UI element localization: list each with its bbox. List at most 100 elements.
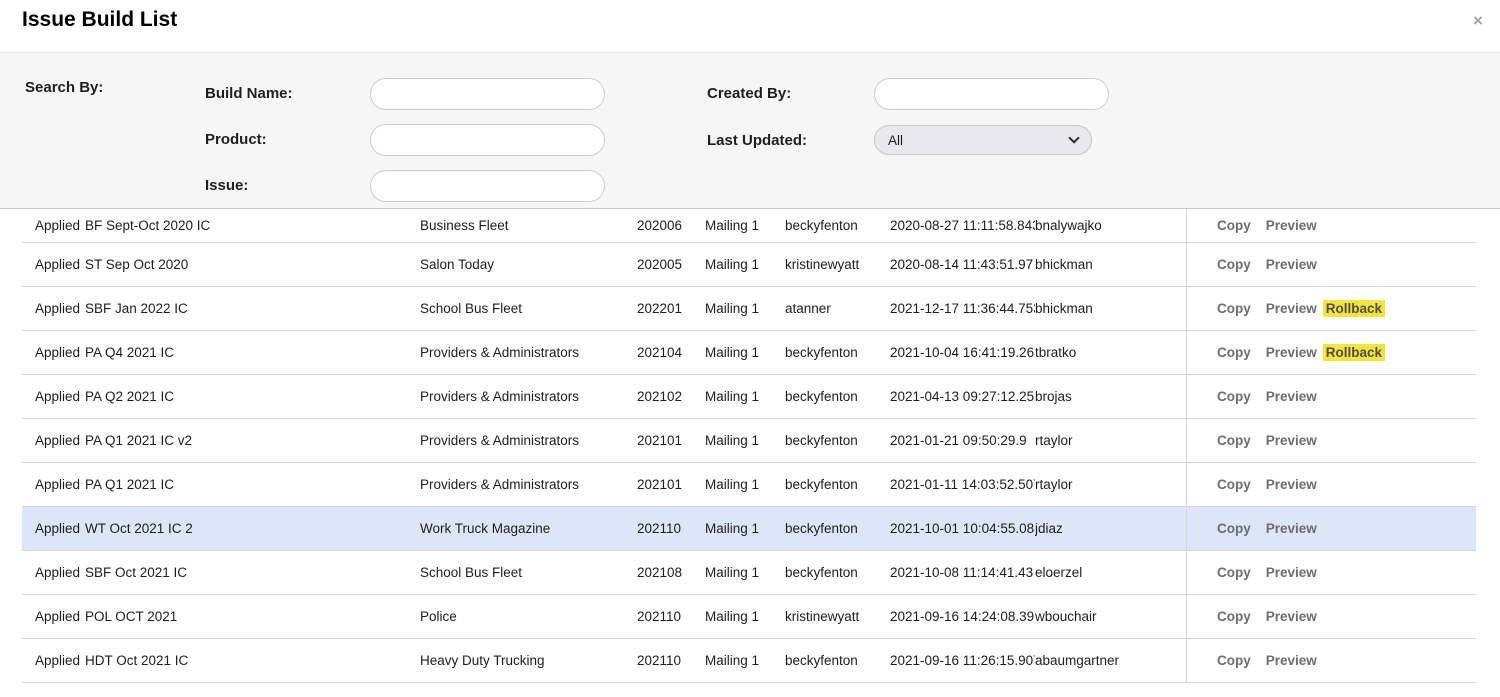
search-by-label: Search By: xyxy=(25,79,103,96)
product-cell: Heavy Duty Trucking xyxy=(420,653,637,668)
build-name-cell: PA Q1 2021 IC v2 xyxy=(85,433,420,448)
copy-link[interactable]: Copy xyxy=(1217,653,1251,668)
status-cell: Applied xyxy=(22,433,85,448)
created-by-cell: beckyfenton xyxy=(785,653,890,668)
product-cell: Business Fleet xyxy=(420,218,637,233)
table-row[interactable]: Applied WT Oct 2021 IC 2 Work Truck Maga… xyxy=(22,507,1476,551)
preview-link[interactable]: Preview xyxy=(1266,565,1317,580)
preview-link[interactable]: Preview xyxy=(1266,301,1317,316)
preview-link[interactable]: Preview xyxy=(1266,389,1317,404)
copy-link[interactable]: Copy xyxy=(1217,565,1251,580)
mailing-cell: Mailing 1 xyxy=(705,433,785,448)
modal-header: Issue Build List × xyxy=(0,0,1500,53)
copy-link[interactable]: Copy xyxy=(1217,345,1251,360)
preview-link[interactable]: Preview xyxy=(1266,345,1317,360)
last-updated-select[interactable]: All xyxy=(874,125,1092,155)
table-row[interactable]: Applied BF Sept-Oct 2020 IC Business Fle… xyxy=(22,209,1476,243)
mailing-cell: Mailing 1 xyxy=(705,218,785,233)
updated-at-cell: 2021-09-16 14:24:08.397 xyxy=(890,609,1035,624)
issue-input[interactable] xyxy=(370,170,605,202)
close-icon[interactable]: × xyxy=(1465,8,1491,34)
product-label: Product: xyxy=(205,131,267,148)
created-by-cell: atanner xyxy=(785,301,890,316)
updated-by-cell: bnalywajko xyxy=(1035,218,1186,233)
created-by-input[interactable] xyxy=(874,78,1109,110)
updated-at-cell: 2020-08-14 11:43:51.97 xyxy=(890,257,1035,272)
table-row[interactable]: Applied PA Q1 2021 IC Providers & Admini… xyxy=(22,463,1476,507)
updated-by-cell: rtaylor xyxy=(1035,477,1186,492)
updated-at-cell: 2021-01-11 14:03:52.507 xyxy=(890,477,1035,492)
preview-link[interactable]: Preview xyxy=(1266,218,1317,233)
table-row[interactable]: Applied PA Q1 2021 IC v2 Providers & Adm… xyxy=(22,419,1476,463)
build-name-input[interactable] xyxy=(370,78,605,110)
copy-link[interactable]: Copy xyxy=(1217,433,1251,448)
copy-link[interactable]: Copy xyxy=(1217,257,1251,272)
created-by-cell: beckyfenton xyxy=(785,477,890,492)
mailing-cell: Mailing 1 xyxy=(705,653,785,668)
updated-at-cell: 2021-10-08 11:14:41.43 xyxy=(890,565,1035,580)
actions-cell: Copy Preview xyxy=(1186,463,1476,506)
rollback-link[interactable]: Rollback xyxy=(1323,344,1385,361)
preview-link[interactable]: Preview xyxy=(1266,257,1317,272)
preview-link[interactable]: Preview xyxy=(1266,609,1317,624)
search-panel: Search By: Build Name: Product: Issue: C… xyxy=(0,53,1500,209)
updated-at-cell: 2021-10-04 16:41:19.263 xyxy=(890,345,1035,360)
copy-link[interactable]: Copy xyxy=(1217,477,1251,492)
table-row[interactable]: Applied POL OCT 2021 Police 202110 Maili… xyxy=(22,595,1476,639)
issue-cell: 202102 xyxy=(637,389,705,404)
table-row[interactable]: Applied HDT Oct 2021 IC Heavy Duty Truck… xyxy=(22,639,1476,683)
build-name-cell: ST Sep Oct 2020 xyxy=(85,257,420,272)
status-cell: Applied xyxy=(22,257,85,272)
build-name-cell: WT Oct 2021 IC 2 xyxy=(85,521,420,536)
page-title: Issue Build List xyxy=(22,8,177,32)
build-name-cell: SBF Oct 2021 IC xyxy=(85,565,420,580)
copy-link[interactable]: Copy xyxy=(1217,389,1251,404)
status-cell: Applied xyxy=(22,301,85,316)
table-row[interactable]: Applied ST Sep Oct 2020 Salon Today 2020… xyxy=(22,243,1476,287)
preview-link[interactable]: Preview xyxy=(1266,521,1317,536)
actions-cell: Copy Preview xyxy=(1186,375,1476,418)
rollback-link[interactable]: Rollback xyxy=(1323,300,1385,317)
build-name-cell: BF Sept-Oct 2020 IC xyxy=(85,218,420,233)
issue-cell: 202110 xyxy=(637,653,705,668)
status-cell: Applied xyxy=(22,345,85,360)
product-cell: Salon Today xyxy=(420,257,637,272)
mailing-cell: Mailing 1 xyxy=(705,257,785,272)
status-cell: Applied xyxy=(22,218,85,233)
product-cell: School Bus Fleet xyxy=(420,565,637,580)
last-updated-select-wrap: All xyxy=(874,125,1092,155)
mailing-cell: Mailing 1 xyxy=(705,477,785,492)
table-row[interactable]: Applied SBF Jan 2022 IC School Bus Fleet… xyxy=(22,287,1476,331)
preview-link[interactable]: Preview xyxy=(1266,653,1317,668)
preview-link[interactable]: Preview xyxy=(1266,433,1317,448)
table-row[interactable]: Applied SBF Oct 2021 IC School Bus Fleet… xyxy=(22,551,1476,595)
updated-by-cell: tbratko xyxy=(1035,345,1186,360)
actions-cell: Copy Preview xyxy=(1186,639,1476,682)
table-row[interactable]: Applied PA Q2 2021 IC Providers & Admini… xyxy=(22,375,1476,419)
created-by-cell: kristinewyatt xyxy=(785,609,890,624)
last-updated-label: Last Updated: xyxy=(707,132,807,149)
issue-cell: 202110 xyxy=(637,609,705,624)
actions-cell: Copy Preview xyxy=(1186,209,1476,242)
updated-by-cell: wbouchair xyxy=(1035,609,1186,624)
issue-cell: 202101 xyxy=(637,433,705,448)
product-cell: Providers & Administrators xyxy=(420,389,637,404)
copy-link[interactable]: Copy xyxy=(1217,521,1251,536)
actions-cell: Copy Preview xyxy=(1186,243,1476,286)
actions-cell: Copy Preview Rollback xyxy=(1186,287,1476,330)
copy-link[interactable]: Copy xyxy=(1217,301,1251,316)
issue-label: Issue: xyxy=(205,177,248,194)
product-input[interactable] xyxy=(370,124,605,156)
issue-cell: 202005 xyxy=(637,257,705,272)
table-row[interactable]: Applied PA Q4 2021 IC Providers & Admini… xyxy=(22,331,1476,375)
preview-link[interactable]: Preview xyxy=(1266,477,1317,492)
product-cell: Police xyxy=(420,609,637,624)
updated-by-cell: abaumgartner xyxy=(1035,653,1186,668)
copy-link[interactable]: Copy xyxy=(1217,609,1251,624)
updated-at-cell: 2021-04-13 09:27:12.253 xyxy=(890,389,1035,404)
product-cell: Providers & Administrators xyxy=(420,433,637,448)
product-cell: Providers & Administrators xyxy=(420,477,637,492)
actions-cell: Copy Preview Rollback xyxy=(1186,331,1476,374)
updated-by-cell: eloerzel xyxy=(1035,565,1186,580)
copy-link[interactable]: Copy xyxy=(1217,218,1251,233)
